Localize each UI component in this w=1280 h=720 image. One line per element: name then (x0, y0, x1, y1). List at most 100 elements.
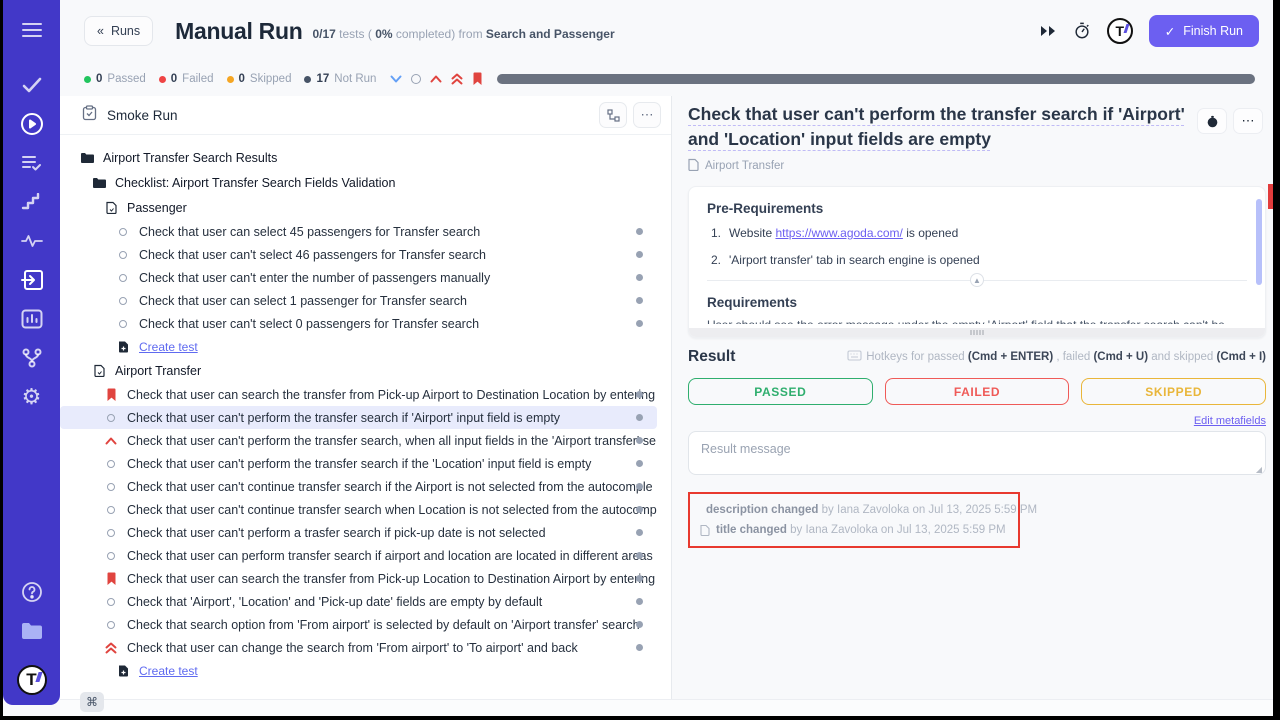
app-window: ⚙ T « Runs Manual Run 0/17 tests ( 0% com… (3, 0, 1273, 716)
severity-filter-icons (390, 72, 483, 86)
file-change-icon (700, 524, 710, 536)
circle-marker-icon (116, 317, 130, 331)
check-icon[interactable] (20, 73, 44, 97)
circle-marker-icon (104, 549, 118, 563)
timer-icon[interactable] (1073, 22, 1091, 40)
tree-item-folder[interactable]: Airport Transfer Search Results (60, 145, 657, 170)
edit-metafields-link[interactable]: Edit metafields (1194, 415, 1266, 427)
tree-item-label: Check that user can't select 46 passenge… (139, 248, 657, 262)
flag-red-icon[interactable] (472, 72, 483, 86)
status-dot (636, 414, 643, 421)
play-circle-icon[interactable] (20, 112, 44, 136)
gear-icon[interactable]: ⚙ (20, 385, 44, 409)
chevron-up-red-icon[interactable] (430, 75, 442, 83)
result-passed-button[interactable]: PASSED (688, 378, 873, 405)
history-entry: title changed by Iana Zavoloka on Jul 13… (700, 520, 1008, 540)
finish-run-button[interactable]: ✓ Finish Run (1149, 15, 1259, 47)
tree-item-label: Check that user can select 45 passengers… (139, 225, 657, 239)
tree-item-label: Create test (139, 340, 198, 354)
create-icon (116, 340, 130, 354)
tree-item-test[interactable]: Check that user can't perform the transf… (60, 406, 657, 429)
git-branch-icon[interactable] (20, 346, 44, 370)
user-avatar[interactable]: T (1107, 18, 1133, 44)
hotkeys-hint: Hotkeys for passed (Cmd + ENTER) , faile… (847, 350, 1266, 364)
tree-item-label: Check that user can't perform the transf… (127, 411, 657, 425)
card-scrollbar[interactable] (1256, 199, 1262, 285)
doc-icon (92, 364, 106, 378)
help-icon[interactable] (20, 580, 44, 604)
tree-more-button[interactable]: ⋯ (633, 102, 661, 128)
folder-icon (92, 176, 106, 190)
tree-item-label: Check that user can't perform the transf… (127, 434, 657, 448)
create-test-link[interactable]: Create test (60, 335, 657, 358)
menu-icon[interactable] (20, 18, 44, 42)
scrollbar-marker-red (1268, 184, 1273, 209)
circle-marker-icon (104, 411, 118, 425)
tree-item-test[interactable]: Check that 'Airport', 'Location' and 'Pi… (60, 590, 657, 613)
tree-item-label: Check that user can't continue transfer … (127, 503, 657, 517)
status-dot (636, 529, 643, 536)
status-bar: 0Passed0Failed0Skipped17Not Run (60, 62, 1273, 96)
tree-item-test[interactable]: Check that search option from 'From airp… (60, 613, 657, 636)
legend-passed: 0Passed (84, 73, 146, 85)
chevron-down-blue-icon[interactable] (390, 75, 402, 83)
tree-item-test[interactable]: Check that user can search the transfer … (60, 383, 657, 406)
tree-item-doc[interactable]: Airport Transfer (60, 358, 657, 383)
requirements-heading: Requirements (707, 295, 1247, 310)
tree-item-test[interactable]: Check that user can't perform a trasfer … (60, 521, 657, 544)
flag-marker-icon (104, 572, 118, 586)
run-title: Manual Run (175, 18, 302, 45)
result-message-input[interactable] (688, 431, 1266, 475)
steps-icon[interactable] (20, 190, 44, 214)
tree-item-label: Check that user can't enter the number o… (139, 271, 657, 285)
tree-item-test[interactable]: Check that user can change the search fr… (60, 636, 657, 659)
tree-item-test[interactable]: Check that user can't select 46 passenge… (60, 243, 657, 266)
circle-marker-icon (104, 618, 118, 632)
pre-requirements-heading: Pre-Requirements (707, 201, 1247, 216)
list-check-icon[interactable] (20, 151, 44, 175)
tree-item-test[interactable]: Check that user can't continue transfer … (60, 475, 657, 498)
run-header: « Runs Manual Run 0/17 tests ( 0% comple… (60, 0, 1273, 62)
back-to-runs-button[interactable]: « Runs (84, 16, 153, 46)
result-skipped-button[interactable]: SKIPPED (1081, 378, 1266, 405)
tree-item-test[interactable]: Check that user can't continue transfer … (60, 498, 657, 521)
tree-item-test[interactable]: Check that user can't perform the transf… (60, 452, 657, 475)
tree-item-test[interactable]: Check that user can select 45 passengers… (60, 220, 657, 243)
tree-item-test[interactable]: Check that user can't select 0 passenger… (60, 312, 657, 335)
status-dot (636, 575, 643, 582)
bar-chart-icon[interactable] (20, 307, 44, 331)
activity-icon[interactable] (20, 229, 44, 253)
test-case-title[interactable]: Check that user can't perform the transf… (688, 102, 1188, 152)
circle-marker-icon (104, 457, 118, 471)
case-more-button[interactable]: ⋯ (1233, 108, 1263, 134)
folder-icon[interactable] (20, 619, 44, 643)
tree-item-folder[interactable]: Checklist: Airport Transfer Search Field… (60, 170, 657, 195)
test-run-icon[interactable] (20, 268, 44, 292)
tree-item-test[interactable]: Check that user can search the transfer … (60, 567, 657, 590)
status-dot (636, 483, 643, 490)
command-icon[interactable]: ⌘ (80, 692, 104, 712)
result-message-wrap: ◢ (688, 431, 1266, 480)
tree-item-test[interactable]: Check that user can't enter the number o… (60, 266, 657, 289)
result-failed-button[interactable]: FAILED (885, 378, 1070, 405)
bottom-bar: ⌘ (60, 699, 1273, 716)
double-chevron-red-icon[interactable] (451, 73, 463, 85)
circle-icon[interactable] (411, 74, 421, 84)
tree-view-button[interactable] (599, 102, 627, 128)
external-link[interactable]: https://www.agoda.com/ (775, 226, 902, 240)
fast-forward-icon[interactable] (1039, 24, 1057, 38)
tests-count: 0/17 (312, 27, 335, 41)
card-resize-handle[interactable] (689, 328, 1265, 337)
tree-item-test[interactable]: Check that user can't perform the transf… (60, 429, 657, 452)
tree-item-test[interactable]: Check that user can perform transfer sea… (60, 544, 657, 567)
workspace-avatar[interactable]: T (17, 665, 47, 695)
tree-item-test[interactable]: Check that user can select 1 passenger f… (60, 289, 657, 312)
tree-item-doc[interactable]: Passenger (60, 195, 657, 220)
create-icon (116, 664, 130, 678)
section-divider: ▲ (707, 280, 1247, 281)
create-test-link[interactable]: Create test (60, 659, 657, 682)
suite-title: Smoke Run (107, 108, 178, 123)
status-dot (636, 598, 643, 605)
time-tracker-button[interactable] (1197, 108, 1227, 134)
collapse-handle[interactable]: ▲ (970, 273, 984, 287)
